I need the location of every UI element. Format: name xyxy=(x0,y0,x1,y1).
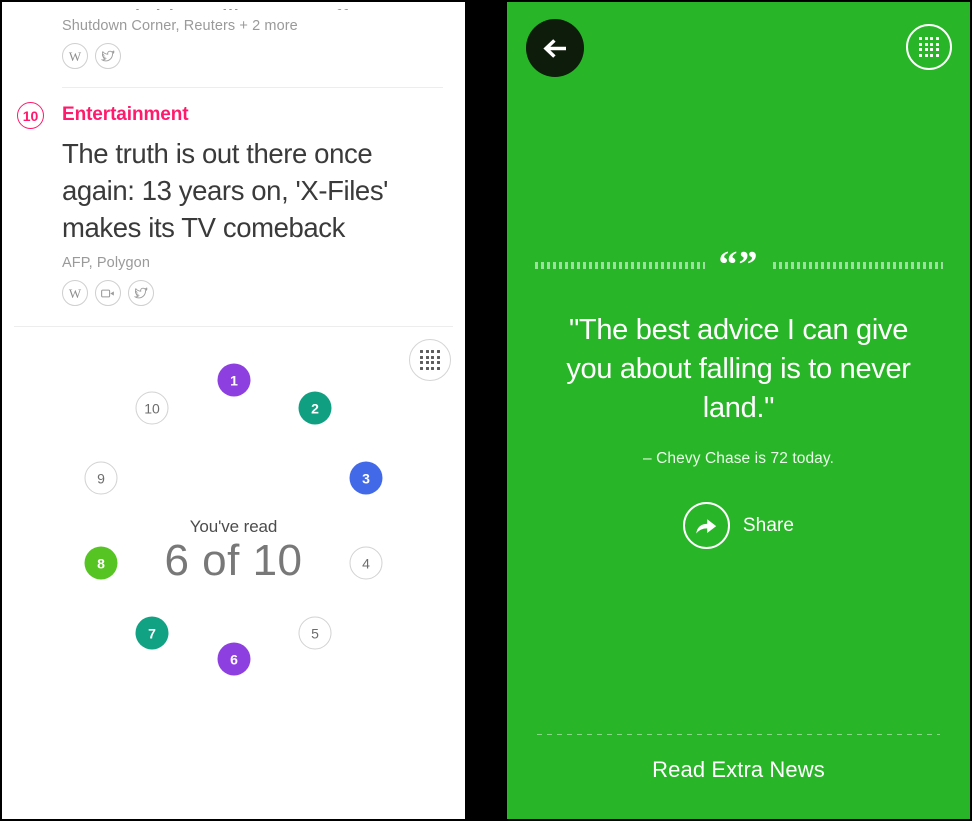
progress-count: 6 of 10 xyxy=(164,536,303,585)
reading-progress-section: You've read 6 of 10 1 2 3 4 5 6 7 8 9 10 xyxy=(2,327,465,697)
twitter-icon[interactable] xyxy=(95,43,121,69)
share-label: Share xyxy=(742,514,795,536)
progress-dot-4[interactable]: 4 xyxy=(349,546,383,580)
quote-header xyxy=(507,2,970,94)
progress-dot-2[interactable]: 2 xyxy=(298,391,332,425)
quote-text: "The best advice I can give you about fa… xyxy=(566,314,911,424)
news-feed-screen: …partial headline cut off at top… Shutdo… xyxy=(2,2,465,819)
grid-icon[interactable] xyxy=(906,24,952,70)
progress-dot-6[interactable]: 6 xyxy=(217,642,251,676)
decoration-dashes-right xyxy=(772,261,943,269)
video-icon[interactable] xyxy=(95,280,121,306)
previous-story-source-icons: W xyxy=(62,34,443,75)
previous-story-headline-clipped: …partial headline cut off at top… xyxy=(62,2,443,10)
story-category-row: 10 Entertainment xyxy=(17,102,443,129)
progress-dot-9[interactable]: 9 xyxy=(84,461,118,495)
quote-attribution: – Chevy Chase is 72 today. xyxy=(643,450,834,467)
story-category-label: Entertainment xyxy=(62,104,189,125)
quote-body: “” "The best advice I can give you about… xyxy=(507,94,970,549)
dual-screen-comparison: …partial headline cut off at top… Shutdo… xyxy=(0,0,972,821)
progress-dot-8[interactable]: 8 xyxy=(84,546,118,580)
grid-dots xyxy=(919,37,939,57)
wikipedia-icon[interactable]: W xyxy=(62,43,88,69)
progress-dot-1[interactable]: 1 xyxy=(217,363,251,397)
quote-decoration: “” xyxy=(525,244,952,286)
progress-dot-3[interactable]: 3 xyxy=(349,461,383,495)
progress-dot-5[interactable]: 5 xyxy=(298,616,332,650)
story-byline: AFP, Polygon xyxy=(62,255,150,271)
story-number-badge: 10 xyxy=(17,102,44,129)
share-arrow-icon xyxy=(682,502,730,549)
previous-story-sources: Shutdown Corner, Reuters + 2 more xyxy=(62,18,298,34)
previous-story-card[interactable]: …partial headline cut off at top… Shutdo… xyxy=(2,2,465,88)
decoration-dashes-left xyxy=(534,261,705,269)
quote-card-screen: “” "The best advice I can give you about… xyxy=(507,2,970,819)
progress-dot-7[interactable]: 7 xyxy=(135,616,169,650)
quote-mark-glyph: “” xyxy=(718,244,759,286)
progress-dial: You've read 6 of 10 1 2 3 4 5 6 7 8 9 10 xyxy=(2,327,465,697)
quote-footer: Read Extra News xyxy=(507,734,970,819)
story-headline: The truth is out there once again: 13 ye… xyxy=(62,138,389,243)
story-card-entertainment[interactable]: 10 Entertainment The truth is out there … xyxy=(2,88,465,312)
progress-center: You've read 6 of 10 xyxy=(104,517,364,587)
wikipedia-icon[interactable]: W xyxy=(62,280,88,306)
story-source-icons: W xyxy=(62,271,443,312)
twitter-icon[interactable] xyxy=(128,280,154,306)
share-button[interactable]: Share xyxy=(525,468,952,549)
read-extra-news-link[interactable]: Read Extra News xyxy=(507,735,970,783)
progress-dot-10[interactable]: 10 xyxy=(135,391,169,425)
progress-label: You've read xyxy=(189,517,278,536)
back-arrow-icon[interactable] xyxy=(526,19,584,77)
